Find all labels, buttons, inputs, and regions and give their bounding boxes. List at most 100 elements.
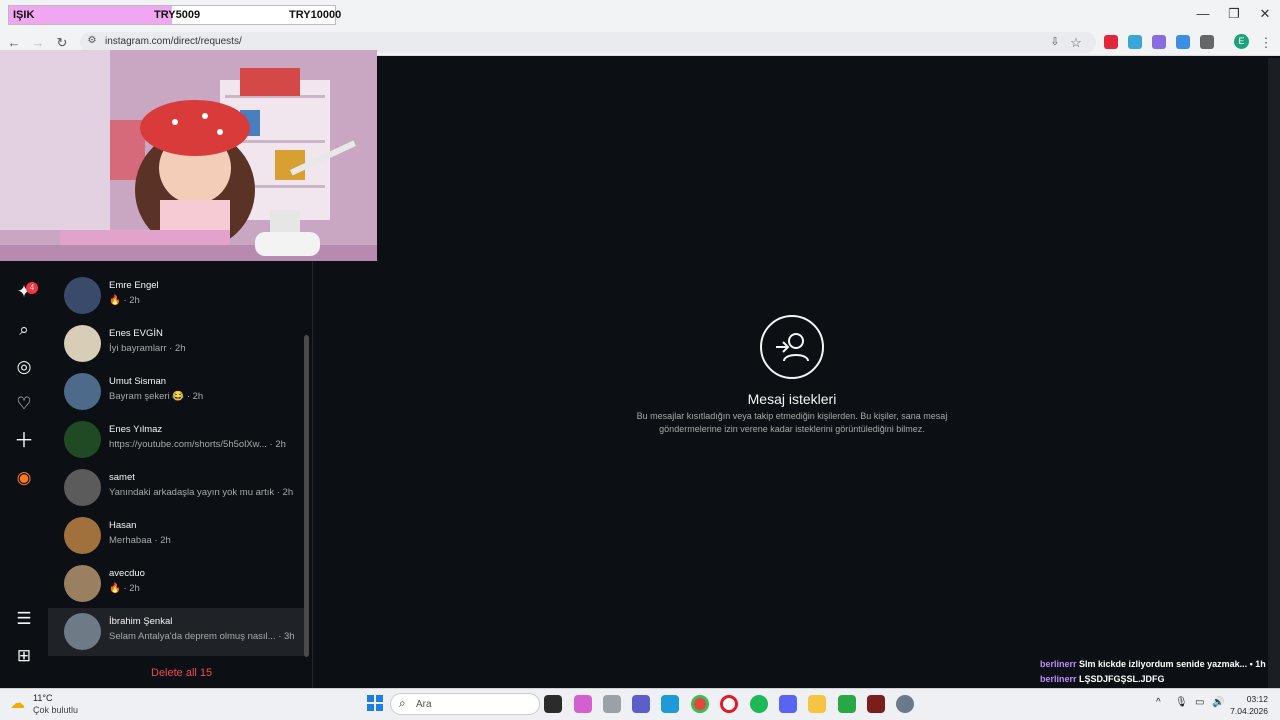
close-icon[interactable]: ✕ [1255, 6, 1275, 22]
messages-badge: 4 [26, 282, 38, 294]
tray-chevron-icon[interactable]: ^ [1156, 697, 1161, 708]
request-preview: Selam Antalya'da deprem olmuş nasıl... ·… [109, 631, 295, 642]
request-list-item[interactable]: samet Yanındaki arkadaşla yayın yok mu ar… [48, 464, 306, 512]
notifications-heart-icon[interactable]: ♡ [14, 394, 34, 414]
install-app-icon[interactable]: ⇩ [1047, 35, 1063, 48]
search-placeholder: Ara [416, 699, 432, 710]
request-preview: Yanındaki arkadaşla yayın yok mu artık ·… [109, 487, 294, 498]
page-scrollbar[interactable] [1268, 58, 1280, 688]
menu-kebab-icon[interactable]: ⋮ [1258, 35, 1274, 51]
bookmark-star-icon[interactable]: ☆ [1068, 35, 1084, 51]
profile-avatar[interactable]: E [1234, 34, 1249, 49]
edge-icon[interactable] [661, 695, 679, 713]
request-preview: 🔥 · 2h [109, 583, 140, 594]
chat-username: berlinerr [1040, 674, 1077, 684]
request-list-item[interactable]: Hasan Merhabaa · 2h [48, 512, 306, 560]
request-list-item[interactable]: Emre Engel 🔥 · 2h [48, 272, 306, 320]
back-icon[interactable]: ← [6, 35, 22, 50]
extensions-puzzle-icon[interactable] [1200, 35, 1214, 49]
apps-grid-icon[interactable]: ⊞ [14, 646, 34, 666]
search-icon: ⌕ [399, 696, 406, 710]
url-text[interactable]: instagram.com/direct/requests/ [105, 36, 242, 47]
avatar[interactable] [64, 421, 101, 458]
message-requests-icon [760, 315, 824, 379]
weather-temp[interactable]: 11°C [33, 693, 52, 703]
extension-icon[interactable] [1152, 35, 1166, 49]
list-scrollbar[interactable] [304, 335, 309, 657]
explore-compass-icon[interactable]: ◎ [14, 357, 34, 377]
avatar[interactable] [64, 277, 101, 314]
request-list-item[interactable]: İbrahim Şenkal Selam Antalya'da deprem ol… [48, 608, 306, 656]
avatar[interactable] [64, 469, 101, 506]
extension-icon[interactable] [1104, 35, 1118, 49]
delete-all-button[interactable]: Delete all 15 [151, 667, 212, 679]
network-icon[interactable]: ▭ [1195, 697, 1204, 708]
clock-date[interactable]: 7.04.2026 [1226, 706, 1268, 716]
avatar[interactable] [64, 565, 101, 602]
empty-state-description: Bu mesajlar kısıtladığın veya takip etme… [636, 411, 948, 434]
chat-username: berlinerr [1040, 659, 1077, 669]
request-sender-name: İbrahim Şenkal [109, 616, 173, 627]
avatar[interactable] [64, 373, 101, 410]
microphone-icon[interactable]: 🎙 [1175, 697, 1188, 708]
taskbar-search[interactable] [390, 693, 540, 715]
donation-goal-bar: IŞIK TRY5009 TRY10000 [8, 5, 341, 25]
extension-icon[interactable] [1128, 35, 1142, 49]
restore-icon[interactable]: ❐ [1224, 6, 1244, 22]
request-sender-name: Enes Yılmaz [109, 424, 163, 435]
chat-message: berlinerr Slm kickde izliyordum senide y… [1040, 659, 1266, 669]
request-preview: İyi bayramlarr · 2h [109, 343, 186, 354]
request-list-item[interactable]: Umut Sisman Bayram şekeri 😂 · 2h [48, 368, 306, 416]
request-sender-name: Hasan [109, 520, 137, 531]
more-menu-icon[interactable]: ☰ [14, 609, 34, 629]
request-list-item[interactable]: Enes EVGİN İyi bayramlarr · 2h [48, 320, 306, 368]
clock-time[interactable]: 03:12 [1236, 694, 1268, 704]
chat-message: berlinerr LŞSDJFGŞSL.JDFG [1040, 674, 1165, 684]
task-view-icon[interactable] [544, 695, 562, 713]
chat-text: Slm kickde izliyordum senide yazmak... •… [1079, 659, 1266, 669]
create-plus-icon[interactable]: ＋ [14, 431, 34, 451]
forward-icon[interactable]: → [30, 35, 46, 50]
goal-label-right: TRY10000 [289, 9, 342, 21]
valorant-icon[interactable] [867, 695, 885, 713]
volume-icon[interactable]: 🔊 [1212, 697, 1224, 708]
request-sender-name: samet [109, 472, 135, 483]
request-sender-name: avecduo [109, 568, 145, 579]
avatar[interactable] [64, 517, 101, 554]
weather-desc[interactable]: Çok bulutlu [33, 705, 78, 715]
chat-text: LŞSDJFGŞSL.JDFG [1079, 674, 1165, 684]
settings-icon[interactable] [896, 695, 914, 713]
request-preview: 🔥 · 2h [109, 295, 140, 306]
search-icon[interactable]: ⌕ [14, 320, 34, 340]
app-icon[interactable] [603, 695, 621, 713]
request-sender-name: Umut Sisman [109, 376, 167, 387]
request-preview: https://youtube.com/shorts/5h5olXw... · … [109, 439, 286, 450]
goal-label-left: IŞIK [13, 9, 35, 21]
threads-icon[interactable]: ◉ [14, 468, 34, 488]
app-icon[interactable] [838, 695, 856, 713]
teams-icon[interactable] [632, 695, 650, 713]
extension-icon[interactable] [1176, 35, 1190, 49]
minimize-icon[interactable]: — [1193, 6, 1213, 21]
avatar[interactable] [64, 613, 101, 650]
discord-icon[interactable] [779, 695, 797, 713]
stream-overlay-image [0, 50, 377, 261]
weather-icon[interactable]: ☁ [10, 694, 25, 712]
opera-icon[interactable] [720, 695, 738, 713]
file-explorer-icon[interactable] [808, 695, 826, 713]
site-info-icon[interactable]: ⚙ [84, 35, 100, 46]
spotify-icon[interactable] [750, 695, 768, 713]
start-windows-icon[interactable] [367, 695, 383, 711]
copilot-icon[interactable] [574, 695, 592, 713]
goal-label-mid: TRY5009 [154, 9, 201, 21]
chrome-icon[interactable] [691, 695, 709, 713]
avatar[interactable] [64, 325, 101, 362]
reload-icon[interactable]: ↻ [54, 35, 70, 51]
request-sender-name: Enes EVGİN [109, 328, 163, 339]
request-sender-name: Emre Engel [109, 280, 159, 291]
request-preview: Bayram şekeri 😂 · 2h [109, 391, 204, 402]
empty-state-title: Mesaj istekleri [747, 391, 837, 407]
request-list-item[interactable]: Enes Yılmaz https://youtube.com/shorts/5h… [48, 416, 306, 464]
request-preview: Merhabaa · 2h [109, 535, 171, 546]
request-list-item[interactable]: avecduo 🔥 · 2h [48, 560, 306, 608]
